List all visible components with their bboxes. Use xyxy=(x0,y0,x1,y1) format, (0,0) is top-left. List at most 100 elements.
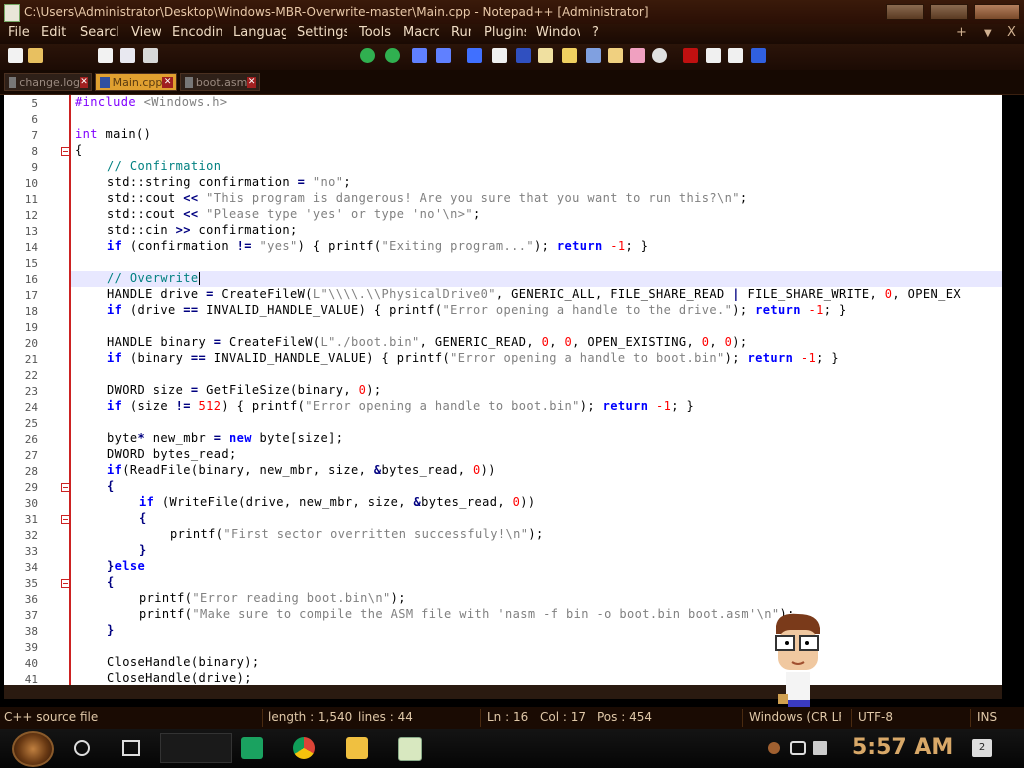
line-number[interactable]: 37 xyxy=(4,609,38,622)
close-doc-icon[interactable]: X xyxy=(1007,25,1016,40)
status-insert-mode[interactable]: INS xyxy=(977,710,997,724)
taskbar-search-box[interactable] xyxy=(160,733,232,763)
line-number[interactable]: 25 xyxy=(4,417,38,430)
fold-toggle-icon[interactable] xyxy=(61,483,70,492)
save-all-icon[interactable] xyxy=(120,48,135,63)
line-number[interactable]: 7 xyxy=(4,129,38,142)
line-number[interactable]: 18 xyxy=(4,305,38,318)
word-wrap-icon[interactable] xyxy=(467,48,482,63)
sheets-app-icon[interactable] xyxy=(241,737,263,759)
line-number[interactable]: 13 xyxy=(4,225,38,238)
tab-list-dropdown-icon[interactable]: ▼ xyxy=(984,28,992,39)
code-line-30[interactable]: if (WriteFile(drive, new_mbr, size, &byt… xyxy=(139,495,536,509)
code-line-34[interactable]: }else xyxy=(107,559,145,573)
line-number[interactable]: 41 xyxy=(4,673,38,685)
monitoring-icon[interactable] xyxy=(630,48,645,63)
code-line-33[interactable]: } xyxy=(139,543,147,557)
fold-toggle-icon[interactable] xyxy=(61,147,70,156)
line-number[interactable]: 19 xyxy=(4,321,38,334)
tab-change-log[interactable]: change.log ✕ xyxy=(4,73,92,91)
code-line-9[interactable]: // Confirmation xyxy=(107,159,221,173)
fold-toggle-icon[interactable] xyxy=(61,515,70,524)
line-number[interactable]: 33 xyxy=(4,545,38,558)
notification-center-icon[interactable]: 2 xyxy=(972,739,992,757)
network-icon[interactable] xyxy=(790,741,806,755)
code-line-10[interactable]: std::string confirmation = "no"; xyxy=(107,175,351,189)
code-line-11[interactable]: std::cout << "This program is dangerous!… xyxy=(107,191,747,205)
menu-language[interactable]: Language xyxy=(233,25,286,40)
line-number[interactable]: 16 xyxy=(4,273,38,286)
doc-map-icon[interactable] xyxy=(538,48,553,63)
code-line-8[interactable]: { xyxy=(75,143,83,157)
code-editor[interactable]: 5 6 7 8 9 10 11 12 13 14 15 16 17 18 19 20 21 22 23 24 25 26 2… xyxy=(4,95,1002,685)
line-number[interactable]: 28 xyxy=(4,465,38,478)
code-line-31[interactable]: { xyxy=(139,511,147,525)
menu-plugins[interactable]: Plugins xyxy=(484,25,526,40)
close-tab-icon[interactable]: ✕ xyxy=(247,76,256,88)
menu-edit[interactable]: Edit xyxy=(41,25,67,40)
record-macro-icon[interactable] xyxy=(683,48,698,63)
line-number[interactable]: 17 xyxy=(4,289,38,302)
close-tab-icon[interactable]: ✕ xyxy=(162,76,173,88)
tray-app-icon[interactable] xyxy=(768,742,780,754)
preview-eye-icon[interactable] xyxy=(652,48,667,63)
code-line-12[interactable]: std::cout << "Please type 'yes' or type … xyxy=(107,207,481,221)
fold-toggle-icon[interactable] xyxy=(61,579,70,588)
menu-window[interactable]: Window xyxy=(536,25,580,40)
menu-run[interactable]: Run xyxy=(451,25,471,40)
code-line-26[interactable]: byte* new_mbr = new byte[size]; xyxy=(107,431,343,445)
notepadpp-taskbar-icon[interactable] xyxy=(398,737,422,761)
folder-workspace-icon[interactable] xyxy=(586,48,601,63)
menu-view[interactable]: View xyxy=(131,25,161,40)
file-explorer-icon[interactable] xyxy=(346,737,368,759)
line-number[interactable]: 15 xyxy=(4,257,38,270)
line-number[interactable]: 30 xyxy=(4,497,38,510)
line-number[interactable]: 38 xyxy=(4,625,38,638)
line-number[interactable]: 14 xyxy=(4,241,38,254)
zoom-out-icon[interactable] xyxy=(385,48,400,63)
line-number[interactable]: 22 xyxy=(4,369,38,382)
line-number[interactable]: 8 xyxy=(4,145,38,158)
horizontal-scrollbar[interactable] xyxy=(4,685,1002,699)
code-line-35[interactable]: { xyxy=(107,575,115,589)
taskbar-clock[interactable]: 5:57 AM xyxy=(852,735,953,760)
status-eol-format[interactable]: Windows (CR LF) xyxy=(749,710,841,724)
line-number[interactable]: 9 xyxy=(4,161,38,174)
code-line-32[interactable]: printf("First sector overritten successf… xyxy=(170,527,544,541)
code-line-40[interactable]: CloseHandle(binary); xyxy=(107,655,260,669)
line-number[interactable]: 29 xyxy=(4,481,38,494)
code-line-18[interactable]: if (drive == INVALID_HANDLE_VALUE) { pri… xyxy=(107,303,847,317)
code-line-36[interactable]: printf("Error reading boot.bin\n"); xyxy=(139,591,406,605)
code-line-24[interactable]: if (size != 512) { printf("Error opening… xyxy=(107,399,694,413)
code-line-29[interactable]: { xyxy=(107,479,115,493)
cortana-icon[interactable] xyxy=(74,740,90,756)
start-button[interactable] xyxy=(12,731,54,767)
code-line-20[interactable]: HANDLE binary = CreateFileW(L"./boot.bin… xyxy=(107,335,748,349)
code-line-17[interactable]: HANDLE drive = CreateFileW(L"\\\\.\\Phys… xyxy=(107,287,961,301)
sync-horizontal-icon[interactable] xyxy=(436,48,451,63)
minimize-button[interactable] xyxy=(886,4,924,20)
code-line-16[interactable]: // Overwrite xyxy=(107,271,200,285)
line-number[interactable]: 27 xyxy=(4,449,38,462)
line-number[interactable]: 23 xyxy=(4,385,38,398)
line-number[interactable]: 12 xyxy=(4,209,38,222)
line-number[interactable]: 5 xyxy=(4,97,38,110)
line-number[interactable]: 40 xyxy=(4,657,38,670)
close-tab-icon[interactable]: ✕ xyxy=(80,76,88,88)
line-number[interactable]: 20 xyxy=(4,337,38,350)
line-number[interactable]: 31 xyxy=(4,513,38,526)
play-macro-icon[interactable] xyxy=(728,48,743,63)
new-tab-plus-icon[interactable]: + xyxy=(956,25,967,40)
menu-encoding[interactable]: Encoding xyxy=(172,25,222,40)
menu-file[interactable]: File xyxy=(8,25,34,40)
task-view-icon[interactable] xyxy=(122,740,140,756)
tab-main-cpp[interactable]: Main.cpp ✕ xyxy=(95,73,177,91)
line-number[interactable]: 21 xyxy=(4,353,38,366)
stop-macro-icon[interactable] xyxy=(706,48,721,63)
notepadpp-app-icon[interactable] xyxy=(4,4,20,22)
maximize-button[interactable] xyxy=(930,4,968,20)
doc-list-icon[interactable] xyxy=(608,48,623,63)
new-file-icon[interactable] xyxy=(8,48,23,63)
code-line-27[interactable]: DWORD bytes_read; xyxy=(107,447,237,461)
chrome-app-icon[interactable] xyxy=(293,737,315,759)
